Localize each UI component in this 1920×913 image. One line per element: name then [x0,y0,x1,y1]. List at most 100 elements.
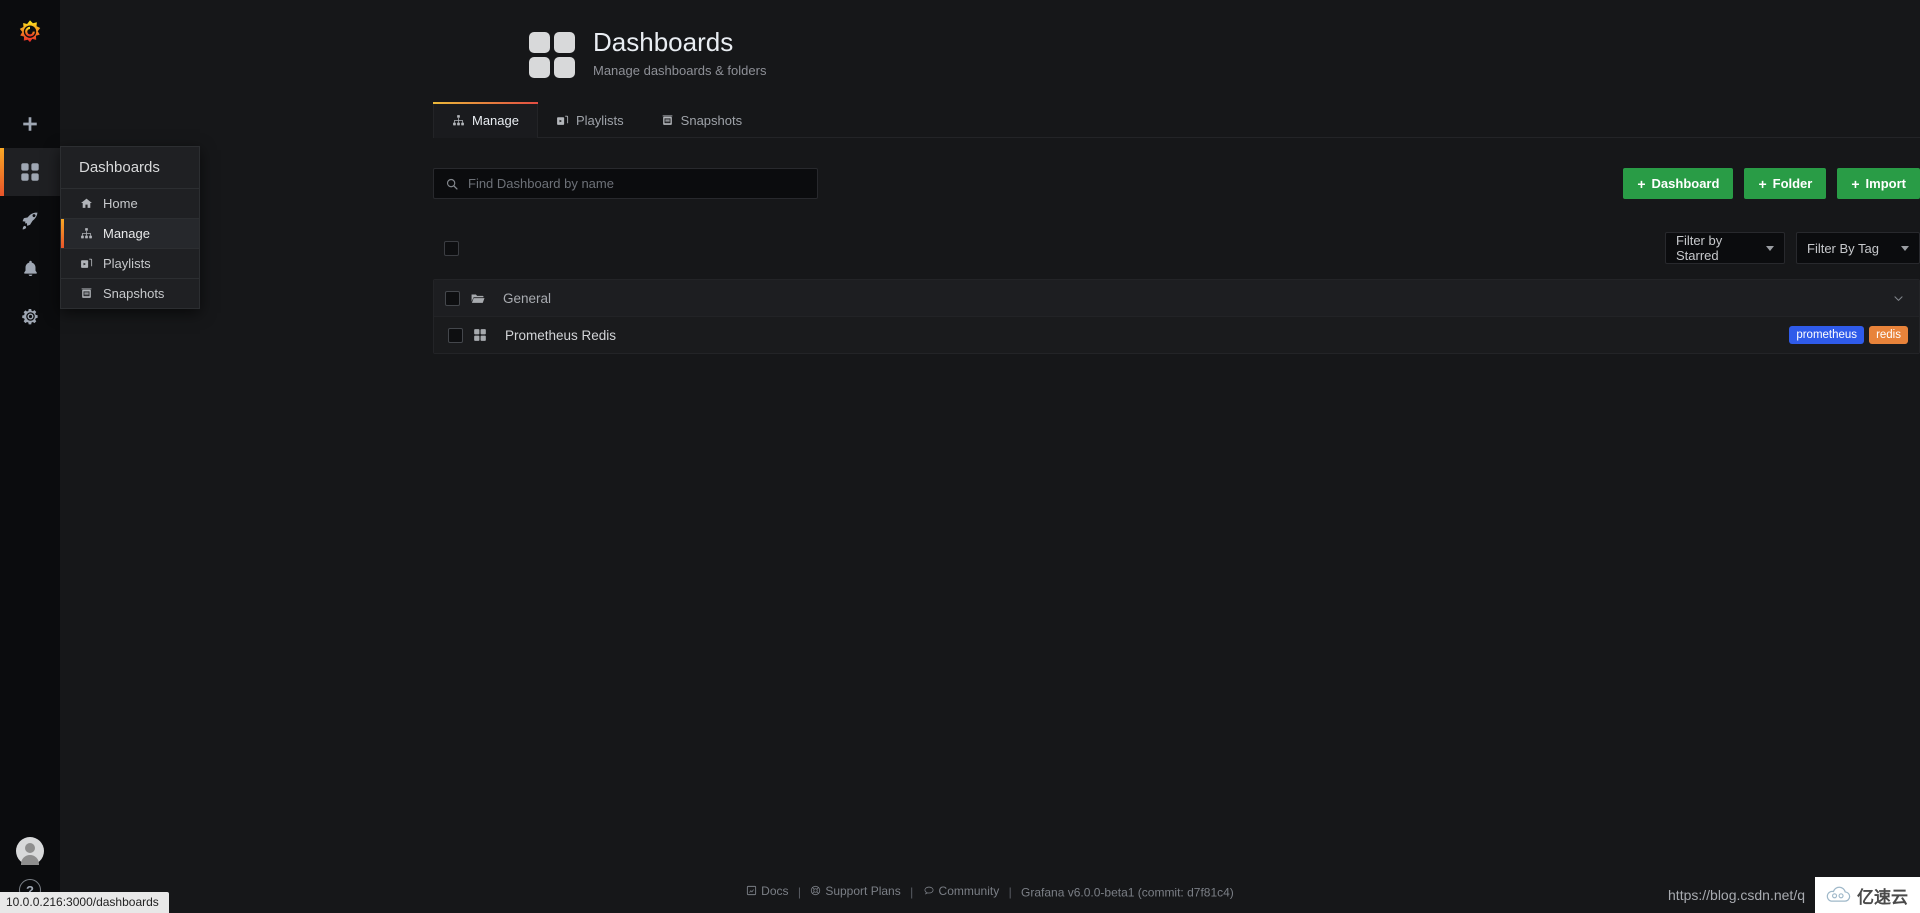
footer-version: Grafana v6.0.0-beta1 (commit: d7f81c4) [1021,885,1234,899]
flyout-item-label: Manage [103,226,150,241]
comment-icon [924,886,934,895]
footer-label: Community [938,883,1000,898]
search-box[interactable] [433,168,818,199]
button-label: Dashboard [1651,176,1720,191]
footer-link-docs[interactable]: Docs [746,883,789,898]
dashboard-row[interactable]: Prometheus Redis prometheus redis [434,317,1919,353]
tab-manage[interactable]: Manage [433,102,538,138]
playlist-icon [79,257,93,271]
tab-snapshots[interactable]: Snapshots [643,102,761,138]
sitemap-icon [452,114,465,127]
page-title: Dashboards [593,27,734,57]
home-icon [79,197,93,211]
page-header: Dashboards Manage dashboards & folders [60,0,1920,78]
dashboard-tags: prometheus redis [1789,325,1908,345]
button-label: Import [1865,176,1906,191]
dashboard-grid-icon [473,328,487,342]
tab-label: Manage [472,112,519,128]
sidebar-item-dashboards[interactable] [0,148,60,196]
dashboards-icon [21,163,39,181]
new-folder-button[interactable]: + Folder [1744,168,1827,199]
tag-redis[interactable]: redis [1869,325,1908,345]
footer-link-community[interactable]: Community [923,883,1000,898]
side-nav-rail: ? [0,0,60,913]
footer-label: Docs [761,883,789,898]
footer-separator: | [1008,885,1012,899]
flyout-item-label: Playlists [103,256,151,271]
footer-separator: | [797,885,801,899]
flyout-item-label: Snapshots [103,286,165,301]
rocket-icon [22,211,38,230]
snapshot-icon [661,114,674,127]
watermark: https://blog.csdn.net/q 亿速云 [1668,877,1920,913]
filter-by-starred-select[interactable]: Filter by Starred [1665,232,1785,264]
footer-link-support-plans[interactable]: Support Plans [810,883,901,898]
doc-icon [747,885,757,896]
lifebuoy-icon [811,885,821,896]
playlist-icon [556,114,569,127]
dashboards-flyout-menu: Dashboards Home Manage Playlists Snapsho… [60,146,200,309]
page-footer: Docs | Support Plans | Community | Grafa… [60,883,1920,899]
gear-icon [21,308,38,324]
folder-open-icon [470,291,485,306]
chevron-down-icon [1901,245,1909,251]
footer-label: Support Plans [825,883,901,898]
cloud-icon [1826,886,1851,902]
folder-row-general[interactable]: General [434,280,1919,317]
tab-label: Snapshots [680,112,743,128]
tab-label: Playlists [575,112,624,128]
new-dashboard-button[interactable]: + Dashboard [1623,168,1734,199]
filter-row: Filter by Starred Filter By Tag [433,232,1920,264]
flyout-item-label: Home [103,196,138,211]
chevron-down-icon[interactable] [1892,292,1905,305]
plus-icon: + [1758,175,1767,192]
sitemap-icon [79,227,93,241]
search-input[interactable] [468,176,806,191]
search-icon [445,177,459,191]
dashboard-checkbox[interactable] [448,327,463,343]
dashboard-list: General Prometheus Redis prometheus redi… [433,279,1920,354]
toolbar: + Dashboard + Folder + Import [433,168,1920,199]
filter-controls: Filter by Starred Filter By Tag [1665,232,1920,264]
tab-playlists[interactable]: Playlists [538,102,643,138]
watermark-text: 亿速云 [1857,887,1908,907]
watermark-url: https://blog.csdn.net/q [1668,887,1805,903]
folder-checkbox[interactable] [445,290,460,306]
bell-icon [23,260,37,276]
flyout-title: Dashboards [61,147,199,189]
filter-tag-label: Filter By Tag [1807,240,1880,256]
sidebar-item-create[interactable] [0,100,60,148]
folder-name: General [503,290,552,306]
plus-icon [23,117,37,131]
flyout-item-manage[interactable]: Manage [61,219,199,249]
flyout-item-home[interactable]: Home [61,189,199,219]
sidebar-item-alerting[interactable] [0,244,60,292]
dashboard-name: Prometheus Redis [505,327,617,343]
flyout-item-snapshots[interactable]: Snapshots [61,279,199,308]
flyout-item-playlists[interactable]: Playlists [61,249,199,279]
plus-icon: + [1851,175,1860,192]
select-all-checkbox[interactable] [444,240,459,256]
dashboards-grid-icon [529,32,575,78]
filter-by-tag-select[interactable]: Filter By Tag [1796,232,1920,264]
footer-separator: | [910,885,914,899]
import-button[interactable]: + Import [1837,168,1920,199]
page-content: Dashboards Manage dashboards & folders M… [60,0,1920,913]
avatar-icon [16,837,44,865]
browser-status-bar: 10.0.0.216:3000/dashboards [0,892,169,913]
toolbar-actions: + Dashboard + Folder + Import [1623,168,1920,199]
sidebar-item-configuration[interactable] [0,292,60,340]
tab-bar: Manage Playlists Snapshots [433,102,1920,138]
snapshot-icon [79,287,93,301]
avatar[interactable] [16,837,44,865]
button-label: Folder [1772,176,1813,191]
sidebar-item-explore[interactable] [0,196,60,244]
watermark-badge: 亿速云 [1815,877,1920,913]
chevron-down-icon [1766,245,1774,251]
filter-starred-label: Filter by Starred [1676,233,1723,263]
grafana-logo[interactable] [0,4,60,64]
grafana-logo-icon [19,20,41,43]
plus-icon: + [1637,175,1646,192]
page-subtitle: Manage dashboards & folders [593,62,767,78]
tag-prometheus[interactable]: prometheus [1789,325,1865,345]
